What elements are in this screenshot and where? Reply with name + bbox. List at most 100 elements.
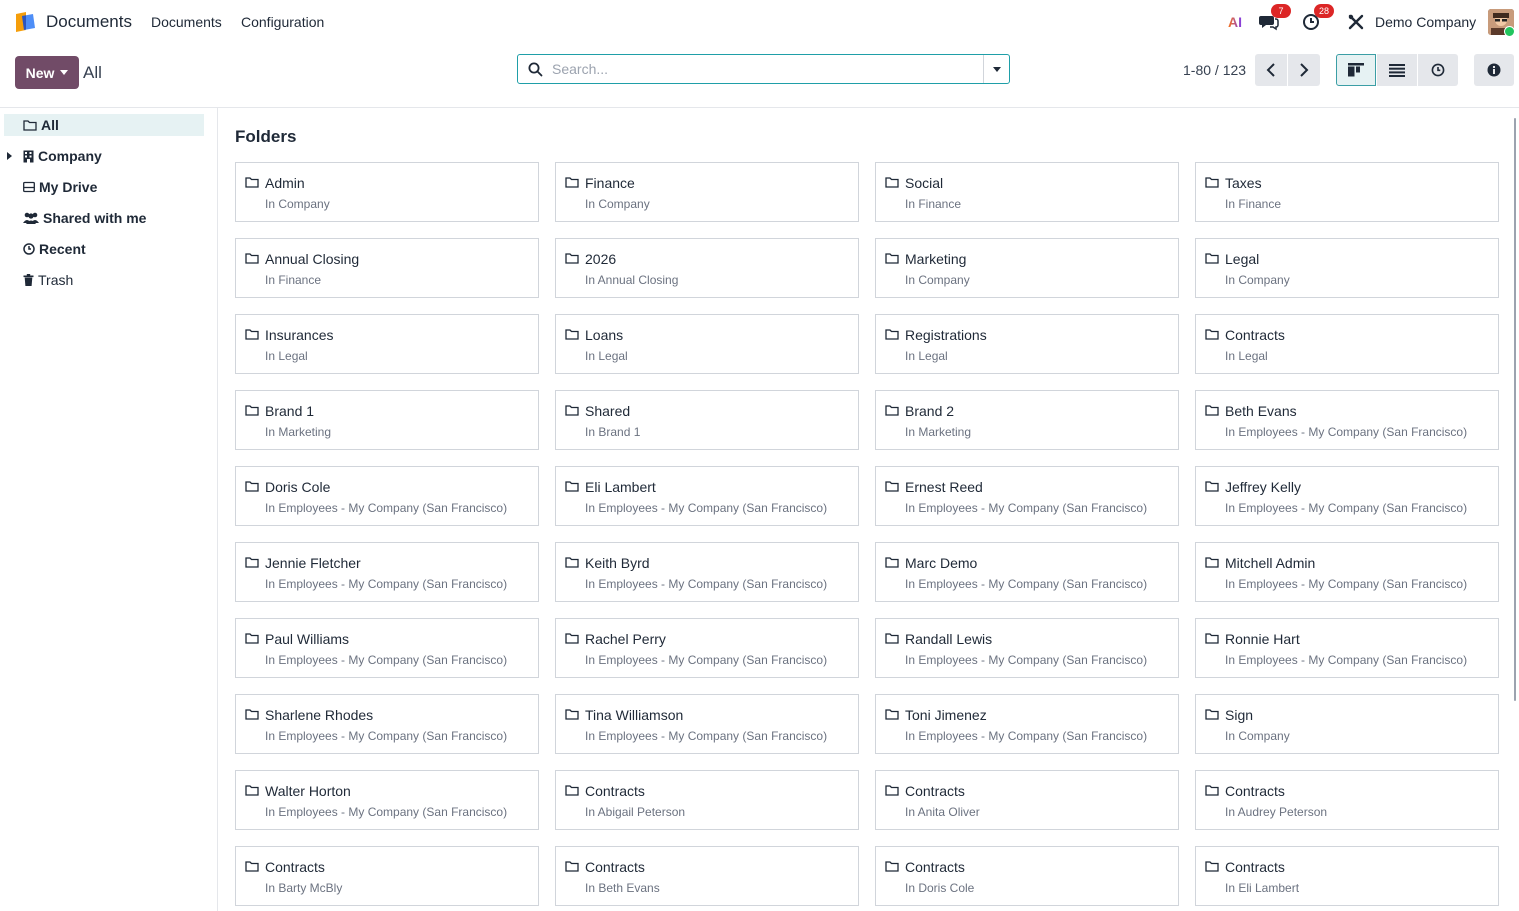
folder-card[interactable]: Annual Closing In Finance (235, 238, 539, 298)
folder-location: In Employees - My Company (San Francisco… (585, 501, 828, 515)
folder-location: In Company (905, 273, 970, 287)
folder-location: In Beth Evans (585, 881, 660, 895)
sidebar-item-recent[interactable]: Recent (4, 238, 204, 260)
folder-icon (245, 403, 259, 421)
folder-card[interactable]: Mitchell Admin In Employees - My Company … (1195, 542, 1499, 602)
folder-location: In Employees - My Company (San Francisco… (905, 653, 1148, 667)
sidebar-item-shared-with-me[interactable]: Shared with me (4, 207, 204, 229)
folder-name: Contracts (265, 859, 325, 875)
folder-card[interactable]: Contracts In Eli Lambert (1195, 846, 1499, 906)
search-bar[interactable] (517, 54, 1010, 84)
folder-card[interactable]: 2026 In Annual Closing (555, 238, 859, 298)
menu-documents[interactable]: Documents (151, 14, 222, 30)
kanban-view-button[interactable] (1336, 54, 1376, 86)
search-input[interactable] (550, 60, 974, 78)
folder-card[interactable]: Rachel Perry In Employees - My Company (S… (555, 618, 859, 678)
activity-view-button[interactable] (1418, 54, 1458, 86)
caret-right-icon[interactable] (7, 152, 12, 160)
list-view-button[interactable] (1377, 54, 1417, 86)
folder-card[interactable]: Contracts In Barty McBly (235, 846, 539, 906)
new-button[interactable]: New (15, 56, 79, 89)
folder-card[interactable]: Ronnie Hart In Employees - My Company (Sa… (1195, 618, 1499, 678)
sidebar-item-all[interactable]: All (4, 114, 204, 136)
folder-card[interactable]: Marketing In Company (875, 238, 1179, 298)
folder-card[interactable]: Tina Williamson In Employees - My Company… (555, 694, 859, 754)
folder-icon (565, 555, 579, 573)
folder-card[interactable]: Keith Byrd In Employees - My Company (San… (555, 542, 859, 602)
sidebar-item-trash[interactable]: Trash (4, 269, 204, 291)
folder-card[interactable]: Registrations In Legal (875, 314, 1179, 374)
folder-icon (885, 859, 899, 877)
messages-button[interactable]: 7 (1259, 4, 1291, 36)
folder-card[interactable]: Loans In Legal (555, 314, 859, 374)
folder-location: In Finance (905, 197, 962, 211)
folder-card[interactable]: Marc Demo In Employees - My Company (San … (875, 542, 1179, 602)
folder-location: In Brand 1 (585, 425, 641, 439)
folder-icon (565, 479, 579, 497)
folder-icon (885, 403, 899, 421)
folder-icon (885, 707, 899, 725)
folder-card[interactable]: Finance In Company (555, 162, 859, 222)
folder-name: Contracts (1225, 327, 1285, 343)
folder-sidebar: All Company My Drive Shared with me Rece… (0, 108, 218, 911)
folder-location: In Legal (1225, 349, 1268, 363)
folder-card[interactable]: Jennie Fletcher In Employees - My Company… (235, 542, 539, 602)
folder-card[interactable]: Contracts In Doris Cole (875, 846, 1179, 906)
folder-card[interactable]: Legal In Company (1195, 238, 1499, 298)
company-switcher-icon-wrap[interactable] (1347, 8, 1365, 36)
folder-card[interactable]: Contracts In Anita Oliver (875, 770, 1179, 830)
folder-card[interactable]: Walter Horton In Employees - My Company (… (235, 770, 539, 830)
folder-location: In Abigail Peterson (585, 805, 686, 819)
folder-card[interactable]: Brand 1 In Marketing (235, 390, 539, 450)
folder-name: Ronnie Hart (1225, 631, 1300, 647)
folder-card[interactable]: Brand 2 In Marketing (875, 390, 1179, 450)
folder-card[interactable]: Ernest Reed In Employees - My Company (Sa… (875, 466, 1179, 526)
folder-card[interactable]: Beth Evans In Employees - My Company (San… (1195, 390, 1499, 450)
folder-name: Jeffrey Kelly (1225, 479, 1301, 495)
folder-card[interactable]: Sharlene Rhodes In Employees - My Company… (235, 694, 539, 754)
folder-card[interactable]: Randall Lewis In Employees - My Company (… (875, 618, 1179, 678)
folder-card[interactable]: Insurances In Legal (235, 314, 539, 374)
sidebar-item-company[interactable]: Company (4, 145, 204, 167)
company-switcher[interactable]: Demo Company (1375, 14, 1476, 30)
folder-card[interactable]: Shared In Brand 1 (555, 390, 859, 450)
folder-location: In Employees - My Company (San Francisco… (265, 653, 508, 667)
details-panel-button[interactable] (1474, 54, 1514, 86)
pager-previous-button[interactable] (1255, 54, 1287, 86)
folder-card[interactable]: Social In Finance (875, 162, 1179, 222)
folder-location: In Employees - My Company (San Francisco… (905, 501, 1148, 515)
folder-name: Sharlene Rhodes (265, 707, 374, 723)
activities-button[interactable]: 28 (1302, 4, 1334, 36)
folder-card[interactable]: Sign In Company (1195, 694, 1499, 754)
menu-configuration[interactable]: Configuration (241, 14, 324, 30)
folder-card[interactable]: Toni Jimenez In Employees - My Company (S… (875, 694, 1179, 754)
folder-card[interactable]: Jeffrey Kelly In Employees - My Company (… (1195, 466, 1499, 526)
info-icon (1487, 63, 1501, 77)
pager-next-button[interactable] (1288, 54, 1320, 86)
ai-button[interactable]: AI (1228, 8, 1242, 36)
pager-value[interactable]: 1-80 / 123 (1183, 62, 1246, 78)
sidebar-item-my-drive[interactable]: My Drive (4, 176, 204, 198)
folder-card[interactable]: Paul Williams In Employees - My Company (… (235, 618, 539, 678)
clock-icon (23, 243, 35, 255)
folder-location: In Anita Oliver (905, 805, 980, 819)
documents-app-icon[interactable] (13, 10, 37, 34)
folder-location: In Legal (265, 349, 308, 363)
app-title[interactable]: Documents (46, 12, 132, 32)
folder-card[interactable]: Contracts In Abigail Peterson (555, 770, 859, 830)
folder-card[interactable]: Contracts In Legal (1195, 314, 1499, 374)
folder-icon (1205, 175, 1219, 193)
folder-card[interactable]: Admin In Company (235, 162, 539, 222)
folder-name: Shared (585, 403, 631, 419)
vertical-scrollbar[interactable] (1514, 118, 1516, 701)
search-options-toggle[interactable] (984, 55, 1010, 83)
folder-location: In Finance (265, 273, 322, 287)
folder-name: Beth Evans (1225, 403, 1297, 419)
folder-card[interactable]: Contracts In Beth Evans (555, 846, 859, 906)
folder-card[interactable]: Eli Lambert In Employees - My Company (Sa… (555, 466, 859, 526)
folder-card[interactable]: Doris Cole In Employees - My Company (San… (235, 466, 539, 526)
folder-name: Contracts (1225, 859, 1285, 875)
folder-card[interactable]: Taxes In Finance (1195, 162, 1499, 222)
sidebar-item-label: Company (38, 148, 102, 164)
folder-card[interactable]: Contracts In Audrey Peterson (1195, 770, 1499, 830)
